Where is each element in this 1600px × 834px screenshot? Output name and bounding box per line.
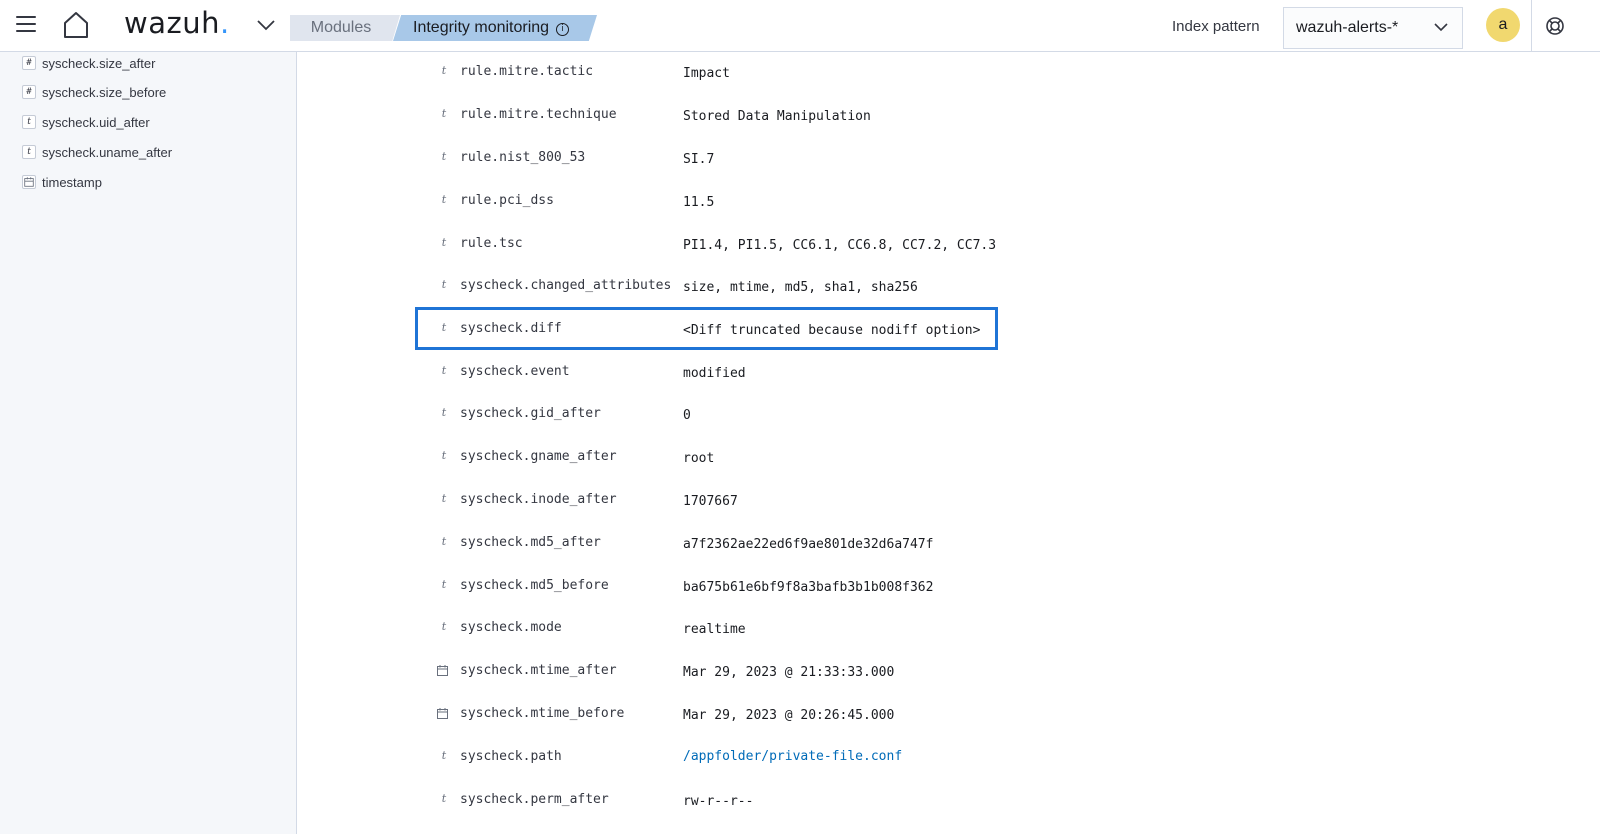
header-divider (1531, 0, 1532, 52)
table-row: t syscheck.inode_after 1707667 (298, 492, 998, 534)
string-field-icon: t (441, 749, 447, 762)
field-value: Mar 29, 2023 @ 21:33:33.000 (683, 665, 895, 680)
string-field-icon: t (441, 364, 447, 377)
number-field-icon: # (22, 85, 36, 99)
table-row: t syscheck.path /appfolder/private-file.… (298, 749, 998, 791)
string-field-icon: t (441, 535, 447, 548)
wazuh-logo[interactable]: wazuh. (124, 6, 230, 40)
sidebar-field-timestamp[interactable]: timestamp (22, 171, 102, 193)
string-field-icon: t (441, 236, 447, 249)
field-key: syscheck.inode_after (460, 492, 617, 507)
field-value: SI.7 (683, 152, 715, 167)
table-row: t rule.mitre.tactic Impact (298, 64, 998, 106)
chevron-down-icon (1434, 23, 1448, 32)
calendar-icon (437, 665, 448, 676)
field-name: syscheck.size_after (42, 55, 156, 71)
field-value: Impact (683, 66, 730, 81)
table-row: t syscheck.md5_before ba675b61e6bf9f8a3b… (298, 578, 998, 620)
field-value: 11.5 (683, 195, 715, 210)
path-link[interactable]: /appfolder/private-file.conf (683, 749, 902, 764)
string-field-icon: t (441, 278, 447, 291)
table-row: syscheck.mtime_after Mar 29, 2023 @ 21:3… (298, 663, 998, 705)
breadcrumb-integrity-monitoring[interactable]: Integrity monitoring i (393, 15, 597, 41)
avatar[interactable]: a (1486, 8, 1520, 42)
string-field-icon: t (22, 115, 36, 129)
document-detail-table: t rule.mitre.tactic Impact t rule.mitre.… (298, 52, 1600, 834)
field-key: syscheck.md5_before (460, 578, 609, 593)
field-key: syscheck.perm_after (460, 792, 609, 807)
field-value: ba675b61e6bf9f8a3bafb3b1b008f362 (683, 580, 934, 595)
field-key: syscheck.event (460, 364, 570, 379)
chevron-down-icon[interactable] (256, 18, 276, 32)
field-value: 1707667 (683, 494, 738, 509)
sidebar-field-syscheck-uname-after[interactable]: t syscheck.uname_after (22, 141, 172, 163)
field-name: timestamp (42, 174, 102, 190)
field-value: PI1.4, PI1.5, CC6.1, CC6.8, CC7.2, CC7.3 (683, 238, 997, 253)
field-name: syscheck.uname_after (42, 144, 173, 160)
field-sidebar: # syscheck.size_after # syscheck.size_be… (0, 52, 297, 834)
string-field-icon: t (441, 792, 447, 805)
field-value: Stored Data Manipulation (683, 109, 871, 124)
field-key: syscheck.changed_attributes (460, 278, 672, 293)
field-value: root (683, 451, 715, 466)
string-field-icon: t (441, 150, 447, 163)
home-icon[interactable] (62, 10, 90, 40)
table-row: t syscheck.perm_after rw-r--r-- (298, 792, 998, 834)
table-row: t syscheck.mode realtime (298, 620, 998, 662)
highlight-box (415, 307, 998, 350)
top-header: wazuh. Modules Integrity monitoring i Ind… (0, 0, 1600, 52)
string-field-icon: t (441, 492, 447, 505)
string-field-icon: t (441, 620, 447, 633)
field-value: realtime (683, 622, 746, 637)
field-key: syscheck.gid_after (460, 406, 601, 421)
sidebar-field-syscheck-size-after[interactable]: # syscheck.size_after (22, 52, 155, 74)
field-key: syscheck.mtime_before (460, 706, 625, 721)
table-row: t rule.mitre.technique Stored Data Manip… (298, 107, 998, 149)
calendar-icon (22, 175, 36, 189)
sidebar-field-syscheck-uid-after[interactable]: t syscheck.uid_after (22, 111, 150, 133)
table-row: t syscheck.gid_after 0 (298, 406, 998, 448)
field-key: rule.mitre.tactic (460, 64, 594, 79)
field-key: syscheck.gname_after (460, 449, 617, 464)
table-row: t rule.pci_dss 11.5 (298, 193, 998, 235)
info-icon[interactable]: i (556, 23, 570, 36)
field-key: rule.tsc (460, 236, 523, 251)
sidebar-field-syscheck-size-before[interactable]: # syscheck.size_before (22, 81, 166, 103)
index-pattern-label: Index pattern (1172, 18, 1260, 35)
field-value: rw-r--r-- (683, 794, 754, 809)
field-key: rule.nist_800_53 (460, 150, 586, 165)
table-row: t syscheck.md5_after a7f2362ae22ed6f9ae8… (298, 535, 998, 577)
table-row: t syscheck.gname_after root (298, 449, 998, 491)
table-row: t syscheck.event modified (298, 364, 998, 406)
field-key: rule.pci_dss (460, 193, 554, 208)
string-field-icon: t (441, 449, 447, 462)
field-name: syscheck.uid_after (42, 114, 150, 130)
help-icon[interactable] (1545, 16, 1565, 36)
string-field-icon: t (441, 193, 447, 206)
calendar-icon (437, 708, 448, 719)
index-pattern-select[interactable]: wazuh-alerts-* (1283, 7, 1463, 49)
field-key: syscheck.mtime_after (460, 663, 617, 678)
table-row: syscheck.mtime_before Mar 29, 2023 @ 20:… (298, 706, 998, 748)
table-row: t rule.nist_800_53 SI.7 (298, 150, 998, 192)
field-key: syscheck.md5_after (460, 535, 601, 550)
field-value: modified (683, 366, 746, 381)
breadcrumb-modules[interactable]: Modules (290, 15, 400, 41)
string-field-icon: t (441, 406, 447, 419)
string-field-icon: t (441, 107, 447, 120)
field-value: 0 (683, 408, 691, 423)
field-value: a7f2362ae22ed6f9ae801de32d6a747f (683, 537, 934, 552)
field-key: syscheck.path (460, 749, 562, 764)
field-value: size, mtime, md5, sha1, sha256 (683, 280, 918, 295)
field-value: Mar 29, 2023 @ 20:26:45.000 (683, 708, 895, 723)
field-key: rule.mitre.technique (460, 107, 617, 122)
field-key: syscheck.mode (460, 620, 562, 635)
table-row: t rule.tsc PI1.4, PI1.5, CC6.1, CC6.8, C… (298, 236, 998, 278)
field-name: syscheck.size_before (42, 84, 167, 100)
string-field-icon: t (441, 578, 447, 591)
string-field-icon: t (22, 145, 36, 159)
string-field-icon: t (441, 64, 447, 77)
number-field-icon: # (22, 56, 36, 70)
menu-icon[interactable] (16, 16, 36, 34)
